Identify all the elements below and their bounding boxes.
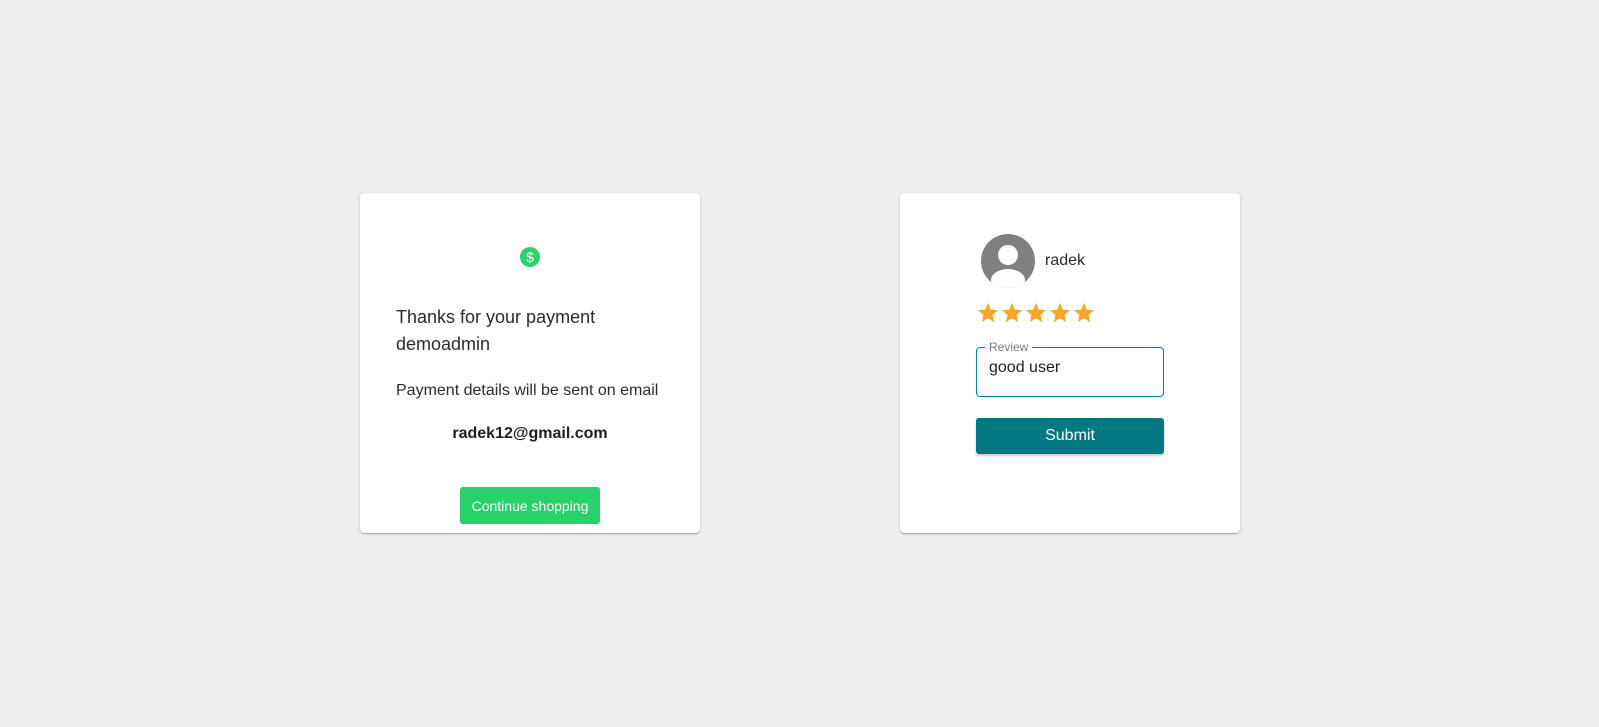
thanks-text: Thanks for your payment	[396, 307, 596, 327]
email-address: radek12@gmail.com	[452, 425, 608, 442]
svg-text:$: $	[526, 249, 534, 265]
username: radek	[1045, 252, 1086, 269]
star-icon[interactable]	[1048, 301, 1072, 325]
payment-card: $ Thanks for your payment demoadmin Paym…	[360, 193, 700, 533]
continue-shopping-button[interactable]: Continue shopping	[460, 487, 600, 524]
star-rating[interactable]	[976, 301, 1096, 325]
review-field[interactable]: Review	[976, 341, 1164, 397]
star-icon[interactable]	[1000, 301, 1024, 325]
review-card: radek Review Submit	[900, 193, 1240, 533]
submit-button[interactable]: Submit	[976, 418, 1164, 454]
star-icon[interactable]	[976, 301, 1000, 325]
review-input[interactable]	[989, 359, 1154, 377]
thanks-message: Thanks for your payment demoadmin	[396, 304, 676, 358]
star-icon[interactable]	[1072, 301, 1096, 325]
dollar-icon: $	[520, 247, 540, 267]
user-avatar-icon	[981, 234, 1035, 288]
payment-details-note: Payment details will be sent on email	[396, 382, 659, 399]
buyer-name: demoadmin	[396, 334, 491, 354]
star-icon[interactable]	[1024, 301, 1048, 325]
review-label: Review	[989, 340, 1029, 354]
